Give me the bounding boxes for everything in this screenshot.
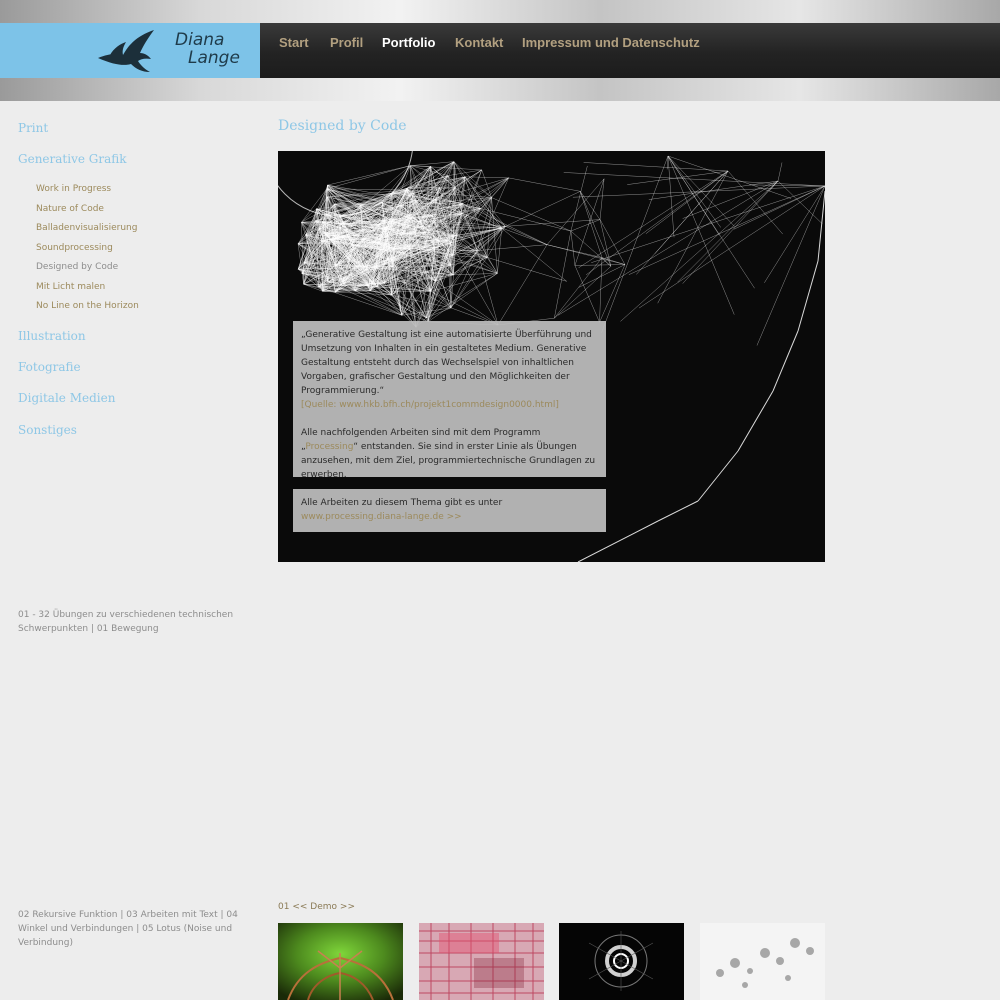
nav-profil[interactable]: Profil bbox=[330, 35, 363, 50]
sidebar-note-2: 02 Rekursive Funktion | 03 Arbeiten mit … bbox=[18, 910, 238, 948]
thumbnail-3-image bbox=[559, 923, 684, 1000]
all-works-text: Alle Arbeiten zu diesem Thema gibt es un… bbox=[301, 498, 503, 508]
sidebar-item-work-in-progress[interactable]: Work in Progress bbox=[36, 184, 111, 194]
sidebar-item-soundprocessing[interactable]: Soundprocessing bbox=[36, 243, 113, 253]
sidebar-note-1: 01 - 32 Übungen zu verschiedenen technis… bbox=[18, 610, 234, 634]
logo-line-2: Lange bbox=[188, 48, 240, 68]
nav-impressum[interactable]: Impressum und Datenschutz bbox=[522, 35, 700, 50]
sidebar-category-fotografie[interactable]: Fotografie bbox=[18, 360, 81, 374]
thumbnail-2-image bbox=[419, 923, 544, 1000]
sidebar-category-illustration[interactable]: Illustration bbox=[18, 329, 86, 343]
thumbnail-4-image bbox=[700, 923, 825, 1000]
thumbnail-4[interactable] bbox=[700, 923, 825, 1000]
page-title: Designed by Code bbox=[278, 118, 407, 134]
thumbnail-1-image bbox=[278, 923, 403, 1000]
sidebar-item-mit-licht-malen[interactable]: Mit Licht malen bbox=[36, 282, 105, 292]
nav-kontakt[interactable]: Kontakt bbox=[455, 35, 503, 50]
metal-banner-top bbox=[0, 0, 1000, 23]
processing-link[interactable]: Processing bbox=[305, 442, 353, 452]
demo-pager: 01 << Demo >> bbox=[278, 902, 355, 912]
metal-banner-bottom bbox=[0, 78, 1000, 101]
nav-portfolio[interactable]: Portfolio bbox=[382, 35, 435, 50]
source-link[interactable]: [Quelle: www.hkb.bfh.ch/projekt1commdesi… bbox=[301, 400, 559, 410]
demo-next-link[interactable]: >> bbox=[340, 902, 355, 912]
demo-label[interactable]: Demo bbox=[310, 902, 337, 912]
demo-prev-link[interactable]: << bbox=[292, 902, 307, 912]
main-nav: Start Profil Portfolio Kontakt Impressum… bbox=[260, 23, 1000, 78]
sidebar-item-balladenvisualisierung[interactable]: Balladenvisualisierung bbox=[36, 223, 137, 233]
sidebar-item-nature-of-code[interactable]: Nature of Code bbox=[36, 204, 104, 214]
intro-paragraph: Alle nachfolgenden Arbeiten sind mit dem… bbox=[301, 426, 598, 482]
intro-text-box: „Generative Gestaltung ist eine automati… bbox=[293, 321, 606, 480]
thumbnail-1[interactable] bbox=[278, 923, 403, 1000]
sidebar-category-print[interactable]: Print bbox=[18, 121, 48, 135]
bird-icon bbox=[98, 30, 154, 72]
sidebar-category-digitale-medien[interactable]: Digitale Medien bbox=[18, 391, 115, 405]
all-works-link[interactable]: www.processing.diana-lange.de >> bbox=[301, 512, 462, 522]
logo-text: Diana Lange bbox=[175, 31, 240, 67]
sidebar-item-designed-by-code[interactable]: Designed by Code bbox=[36, 262, 118, 272]
logo-line-1: Diana bbox=[175, 30, 225, 50]
sidebar-item-no-line-on-the-horizon[interactable]: No Line on the Horizon bbox=[36, 301, 139, 311]
demo-number: 01 bbox=[278, 902, 290, 912]
sidebar-category-generative-grafik[interactable]: Generative Grafik bbox=[18, 152, 127, 166]
thumbnail-3[interactable] bbox=[559, 923, 684, 1000]
thumbnail-2[interactable] bbox=[419, 923, 544, 1000]
all-works-box: Alle Arbeiten zu diesem Thema gibt es un… bbox=[293, 489, 606, 532]
hero-artwork: „Generative Gestaltung ist eine automati… bbox=[278, 151, 825, 562]
logo[interactable]: Diana Lange bbox=[0, 23, 260, 78]
sidebar-category-sonstiges[interactable]: Sonstiges bbox=[18, 423, 77, 437]
nav-start[interactable]: Start bbox=[279, 35, 309, 50]
quote-text: „Generative Gestaltung ist eine automati… bbox=[301, 330, 592, 396]
